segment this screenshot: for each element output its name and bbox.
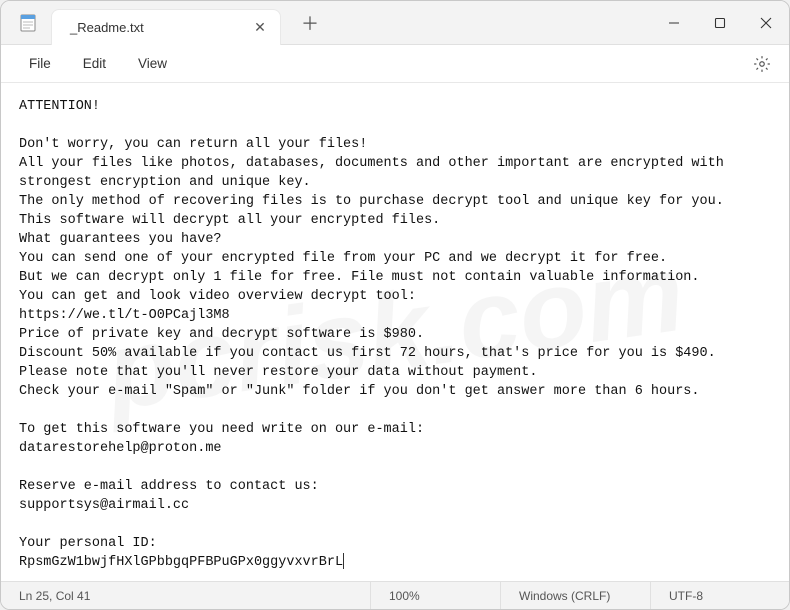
menu-view[interactable]: View [122, 50, 183, 77]
minimize-button[interactable] [651, 1, 697, 45]
close-button[interactable] [743, 1, 789, 45]
tab-close-button[interactable]: ✕ [250, 17, 270, 37]
menu-edit[interactable]: Edit [67, 50, 122, 77]
notepad-icon [19, 14, 37, 32]
status-zoom-level[interactable]: 100% [371, 582, 501, 609]
maximize-button[interactable] [697, 1, 743, 45]
window-controls [651, 1, 789, 45]
menu-bar: File Edit View [1, 45, 789, 83]
title-bar: _Readme.txt ✕ ＋ [1, 1, 789, 45]
status-encoding[interactable]: UTF-8 [651, 582, 789, 609]
text-editor-area[interactable]: ATTENTION! Don't worry, you can return a… [1, 83, 789, 581]
notepad-window: _Readme.txt ✕ ＋ File Edit View ATTENTIO [0, 0, 790, 610]
document-tab[interactable]: _Readme.txt ✕ [51, 9, 281, 45]
status-bar: Ln 25, Col 41 100% Windows (CRLF) UTF-8 [1, 581, 789, 609]
document-text: ATTENTION! Don't worry, you can return a… [19, 99, 732, 570]
new-tab-button[interactable]: ＋ [295, 8, 325, 38]
text-caret [343, 553, 344, 569]
menu-file[interactable]: File [13, 50, 67, 77]
tab-title: _Readme.txt [70, 20, 144, 35]
status-cursor-position: Ln 25, Col 41 [1, 582, 371, 609]
status-line-endings[interactable]: Windows (CRLF) [501, 582, 651, 609]
settings-button[interactable] [747, 49, 777, 79]
